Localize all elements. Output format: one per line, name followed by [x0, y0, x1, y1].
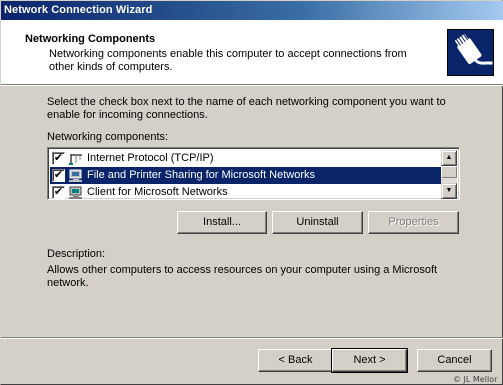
scroll-thumb[interactable] [441, 166, 457, 178]
components-label: Networking components: [47, 131, 168, 143]
header-title: Networking Components [25, 33, 156, 45]
wizard-header: Networking Components Networking compone… [1, 20, 503, 84]
component-checkbox[interactable]: ✔ [52, 186, 65, 199]
title-bar[interactable]: Network Connection Wizard [1, 1, 503, 20]
back-button[interactable]: < Back [258, 349, 333, 372]
header-separator [1, 84, 503, 86]
properties-button[interactable]: Properties [368, 211, 459, 234]
components-label-text: Networking components: [47, 131, 169, 143]
scroll-down-arrow-icon[interactable]: ▼ [441, 183, 457, 199]
component-label: Client for Microsoft Networks [87, 186, 228, 198]
instructions-text: Select the check box next to the name of… [47, 96, 446, 121]
cancel-button-label: Cancel [437, 354, 472, 366]
component-checkbox[interactable]: ✔ [52, 152, 65, 165]
list-scrollbar[interactable]: ▲ ▼ [441, 150, 457, 199]
install-button-label: Install... [203, 216, 241, 228]
cancel-button[interactable]: Cancel [417, 349, 492, 372]
component-checkbox[interactable]: ✔ [52, 169, 65, 182]
list-item[interactable]: ✔ File and Printer Sharing for Microsoft… [50, 167, 441, 184]
next-button[interactable]: Next > [331, 348, 408, 373]
back-button-label: < Back [278, 354, 313, 366]
scroll-up-arrow-icon[interactable]: ▲ [441, 150, 457, 166]
header-subtitle: Networking components enable this comput… [49, 48, 407, 73]
protocol-icon [68, 152, 84, 166]
wizard-window: Network Connection Wizard Networking Com… [0, 0, 503, 385]
network-cable-plug-icon [447, 29, 494, 76]
uninstall-button-label: Uninstall [296, 216, 339, 228]
window-title: Network Connection Wizard [4, 4, 153, 16]
uninstall-button[interactable]: Uninstall [272, 211, 363, 234]
components-list: ✔ Internet Protocol (TCP/IP) ✔ File and … [50, 150, 441, 199]
properties-button-label: Properties [388, 216, 439, 228]
credit-watermark: © JL Mellor [453, 375, 498, 384]
service-computer-icon [68, 169, 84, 183]
client-computer-icon [68, 186, 84, 200]
list-item[interactable]: ✔ Client for Microsoft Networks [50, 184, 441, 199]
component-label: Internet Protocol (TCP/IP) [87, 152, 214, 164]
install-button[interactable]: Install... [177, 211, 267, 234]
components-listbox[interactable]: ✔ Internet Protocol (TCP/IP) ✔ File and … [47, 147, 460, 200]
component-label: File and Printer Sharing for Microsoft N… [87, 168, 318, 183]
list-item[interactable]: ✔ Internet Protocol (TCP/IP) [50, 150, 441, 167]
description-label: Description: [47, 248, 106, 260]
description-text: Allows other computers to access resourc… [47, 264, 438, 289]
next-button-label: Next > [353, 354, 386, 366]
footer-separator [1, 337, 503, 339]
